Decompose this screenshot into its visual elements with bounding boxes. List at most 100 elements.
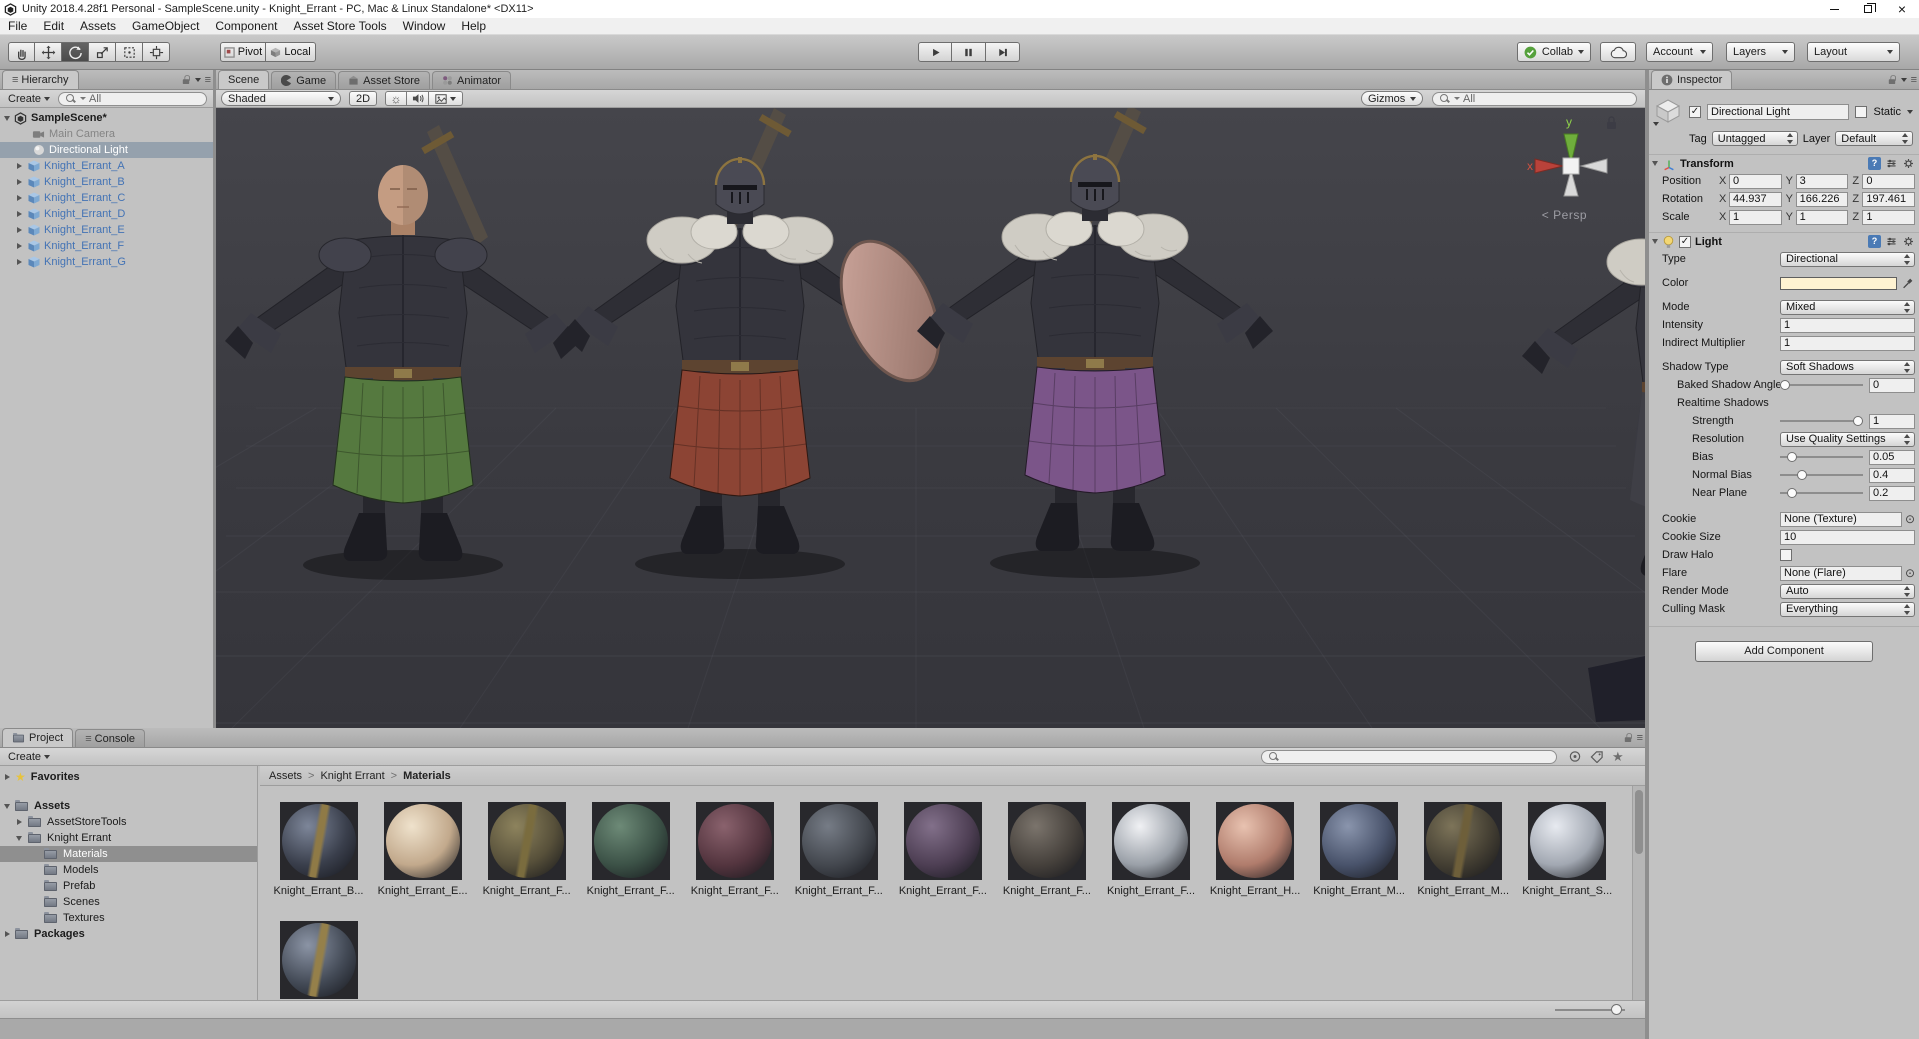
material-item[interactable]: Knight_Errant_H... bbox=[1205, 802, 1306, 897]
lock-icon[interactable] bbox=[182, 75, 190, 85]
object-picker-icon[interactable]: ⊙ bbox=[1905, 566, 1915, 580]
preset-icon[interactable] bbox=[1885, 157, 1898, 170]
search-by-type-icon[interactable] bbox=[1568, 750, 1582, 763]
project-create-button[interactable]: Create bbox=[3, 751, 55, 763]
resolution-dropdown[interactable]: Use Quality Settings bbox=[1780, 431, 1915, 447]
tree-item-models[interactable]: Models bbox=[0, 862, 257, 878]
help-icon[interactable]: ? bbox=[1868, 235, 1881, 248]
light-component-header[interactable]: ✓ Light ? bbox=[1649, 232, 1919, 250]
breadcrumb-materials[interactable]: Materials bbox=[403, 770, 451, 782]
near-plane-field[interactable]: 0.2 bbox=[1869, 485, 1915, 501]
foldout-arrow-icon[interactable] bbox=[17, 259, 22, 265]
foldout-arrow-icon[interactable] bbox=[4, 803, 10, 809]
breadcrumb-assets[interactable]: Assets bbox=[269, 770, 302, 782]
step-button[interactable] bbox=[986, 42, 1020, 62]
intensity-field[interactable]: 1 bbox=[1780, 317, 1915, 333]
material-item[interactable]: Knight_Errant_S... bbox=[1517, 802, 1618, 897]
menu-edit[interactable]: Edit bbox=[35, 19, 72, 33]
normal-bias-field[interactable]: 0.4 bbox=[1869, 467, 1915, 483]
near-plane-slider[interactable] bbox=[1780, 487, 1863, 499]
foldout-arrow-icon[interactable] bbox=[17, 819, 22, 825]
add-component-button[interactable]: Add Component bbox=[1695, 641, 1873, 662]
gizmos-dropdown[interactable]: Gizmos bbox=[1361, 91, 1423, 106]
rect-tool-button[interactable] bbox=[116, 42, 143, 62]
active-checkbox[interactable]: ✓ bbox=[1689, 106, 1701, 118]
tree-item-packages[interactable]: Packages bbox=[0, 926, 257, 942]
material-item[interactable]: Knight_Errant_F... bbox=[684, 802, 785, 897]
pivot-toggle-button[interactable]: Pivot bbox=[220, 42, 266, 62]
hierarchy-item-knight-b[interactable]: Knight_Errant_B bbox=[0, 174, 213, 190]
material-item[interactable]: Knight_Errant_F... bbox=[476, 802, 577, 897]
strength-field[interactable]: 1 bbox=[1869, 413, 1915, 429]
scale-z-field[interactable]: 1 bbox=[1862, 209, 1916, 225]
tab-asset-store[interactable]: Asset Store bbox=[338, 71, 431, 89]
tree-item-prefab[interactable]: Prefab bbox=[0, 878, 257, 894]
material-item[interactable]: Knight_Errant_F... bbox=[580, 802, 681, 897]
shading-mode-dropdown[interactable]: Shaded bbox=[221, 91, 341, 106]
render-mode-dropdown[interactable]: Auto bbox=[1780, 583, 1915, 599]
menu-assets[interactable]: Assets bbox=[72, 19, 124, 33]
strength-slider[interactable] bbox=[1780, 415, 1863, 427]
cloud-button[interactable] bbox=[1600, 42, 1636, 62]
minimize-button[interactable] bbox=[1817, 0, 1851, 18]
transform-component-header[interactable]: Transform ? bbox=[1649, 154, 1919, 172]
scene-effects-dropdown[interactable] bbox=[429, 91, 463, 106]
account-dropdown[interactable]: Account bbox=[1646, 42, 1713, 62]
scale-x-field[interactable]: 1 bbox=[1729, 209, 1782, 225]
scale-y-field[interactable]: 1 bbox=[1795, 209, 1849, 225]
tag-dropdown[interactable]: Untagged bbox=[1711, 131, 1798, 146]
hierarchy-item-directional-light[interactable]: Directional Light bbox=[0, 142, 213, 158]
eyedropper-icon[interactable] bbox=[1901, 276, 1915, 290]
culling-mask-dropdown[interactable]: Everything bbox=[1780, 601, 1915, 617]
rotate-tool-button[interactable] bbox=[62, 42, 89, 62]
tree-item-assets[interactable]: Assets bbox=[0, 798, 257, 814]
tree-item-textures[interactable]: Textures bbox=[0, 910, 257, 926]
bias-field[interactable]: 0.05 bbox=[1869, 449, 1915, 465]
tab-project[interactable]: Project bbox=[2, 728, 74, 747]
hierarchy-search-input[interactable]: All bbox=[58, 91, 207, 106]
foldout-arrow-icon[interactable] bbox=[1652, 239, 1658, 244]
panel-menu-icon[interactable] bbox=[1900, 78, 1907, 82]
cookie-object-field[interactable]: None (Texture) bbox=[1780, 511, 1902, 527]
tab-console[interactable]: ≡ Console bbox=[75, 729, 146, 747]
layers-dropdown[interactable]: Layers bbox=[1726, 42, 1795, 62]
material-item[interactable]: Knight_Errant_M... bbox=[1309, 802, 1410, 897]
foldout-arrow-icon[interactable] bbox=[16, 835, 22, 841]
hierarchy-item-knight-e[interactable]: Knight_Errant_E bbox=[0, 222, 213, 238]
menu-help[interactable]: Help bbox=[453, 19, 494, 33]
static-dropdown-icon[interactable] bbox=[1907, 110, 1913, 114]
foldout-arrow-icon[interactable] bbox=[17, 179, 22, 185]
tree-item-assetstoretools[interactable]: AssetStoreTools bbox=[0, 814, 257, 830]
foldout-arrow-icon[interactable] bbox=[17, 243, 22, 249]
material-item[interactable] bbox=[268, 921, 369, 1000]
material-item[interactable]: Knight_Errant_M... bbox=[1413, 802, 1514, 897]
materials-vertical-scrollbar[interactable] bbox=[1632, 786, 1645, 1000]
search-by-label-icon[interactable] bbox=[1590, 750, 1604, 763]
gear-icon[interactable] bbox=[1902, 157, 1915, 170]
foldout-arrow-icon[interactable] bbox=[1652, 161, 1658, 166]
hand-tool-button[interactable] bbox=[8, 42, 35, 62]
foldout-arrow-icon[interactable] bbox=[17, 227, 22, 233]
menu-file[interactable]: File bbox=[0, 19, 35, 33]
tab-animator[interactable]: Animator bbox=[432, 71, 512, 89]
projection-mode-label[interactable]: < Persp bbox=[1542, 208, 1587, 222]
material-item[interactable]: Knight_Errant_F... bbox=[892, 802, 993, 897]
slider-knob[interactable] bbox=[1611, 1004, 1622, 1015]
panel-menu-icon[interactable] bbox=[194, 78, 201, 82]
cookie-size-field[interactable]: 10 bbox=[1780, 529, 1915, 545]
hamburger-icon[interactable]: ≡ bbox=[1637, 732, 1644, 744]
foldout-arrow-icon[interactable] bbox=[17, 163, 22, 169]
tree-item-scenes[interactable]: Scenes bbox=[0, 894, 257, 910]
scene-audio-button[interactable] bbox=[407, 91, 429, 106]
layout-dropdown[interactable]: Layout bbox=[1807, 42, 1900, 62]
local-toggle-button[interactable]: Local bbox=[266, 42, 316, 62]
pause-button[interactable] bbox=[952, 42, 986, 62]
close-button[interactable]: × bbox=[1885, 0, 1919, 18]
menu-component[interactable]: Component bbox=[207, 19, 285, 33]
foldout-arrow-icon[interactable] bbox=[5, 774, 10, 780]
lock-icon[interactable] bbox=[1624, 733, 1632, 743]
position-x-field[interactable]: 0 bbox=[1729, 173, 1782, 189]
hierarchy-item-knight-a[interactable]: Knight_Errant_A bbox=[0, 158, 213, 174]
collab-dropdown[interactable]: Collab bbox=[1517, 42, 1591, 62]
scene-search-input[interactable]: All bbox=[1432, 91, 1637, 106]
